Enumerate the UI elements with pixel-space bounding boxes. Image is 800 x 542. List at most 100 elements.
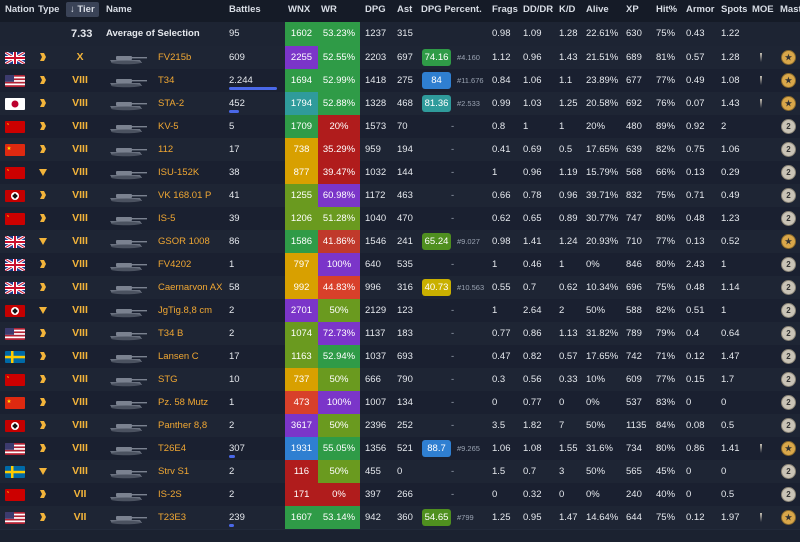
wnx-cell: 116 [285, 460, 318, 483]
armor-cell: 0.4 [686, 328, 700, 339]
tank-name[interactable]: VK 168.01 P [158, 184, 211, 207]
mastery-badge-icon: 2 [781, 372, 796, 387]
col-dpg[interactable]: DPG [365, 4, 386, 15]
tank-name[interactable]: T34 B [158, 322, 183, 345]
tank-icon [106, 74, 148, 88]
table-row[interactable]: VIII VK 168.01 P 41 1255 60.98% 1172 463 - 0.66 0… [0, 184, 800, 208]
armor-cell: 0.08 [686, 420, 705, 431]
col-moe[interactable]: MOE [752, 4, 774, 15]
alive-cell: 50% [586, 466, 606, 477]
tier-cell: VIII [72, 166, 88, 178]
table-row[interactable]: VIII STA-2 452 1794 52.88% 1328 468 81.36 #2.533… [0, 92, 800, 116]
col-kd[interactable]: K/D [559, 4, 575, 15]
tank-name[interactable]: Lansen C [158, 345, 199, 368]
col-armor[interactable]: Armor [686, 4, 715, 15]
dddr-cell: 0.65 [523, 213, 542, 224]
table-row[interactable]: VIII T34 2.244 1694 52.99% 1418 275 84 #11.676 0.… [0, 69, 800, 93]
mastery-badge-icon: 2 [781, 464, 796, 479]
dpg-rank: #11.676 [457, 76, 484, 85]
table-row[interactable]: VIII IS-5 39 1206 51.28% 1040 470 - 0.62 0.65 0.89… [0, 207, 800, 231]
col-type[interactable]: Type [38, 4, 59, 15]
col-alive[interactable]: Alive [586, 4, 609, 15]
kd-cell: 1.1 [559, 75, 573, 86]
tank-name[interactable]: FV4202 [158, 253, 191, 276]
table-row[interactable]: VIII ISU-152K 38 877 39.47% 1032 144 - 1 0.96 1.19… [0, 161, 800, 185]
wr-cell: 52.99% [318, 69, 360, 92]
col-name[interactable]: Name [106, 4, 132, 15]
table-row[interactable]: VIII FV4202 1 797 100% 640 535 - 1 0.46 1 0% 846 80% 2… [0, 253, 800, 277]
dddr-cell: 0.56 [523, 374, 542, 385]
tank-name[interactable]: KV-5 [158, 115, 179, 138]
col-battles[interactable]: Battles [229, 4, 261, 15]
tank-name[interactable]: STG [158, 368, 178, 391]
table-row[interactable]: X FV215b 609 2255 52.55% 2203 697 74.16 #4.160 1.… [0, 46, 800, 70]
kd-cell: 1.43 [559, 52, 578, 63]
tier-cell: VIII [72, 304, 88, 316]
tier-cell: VIII [72, 74, 88, 86]
xp-cell: 747 [626, 213, 642, 224]
col-spots[interactable]: Spots [721, 4, 747, 15]
tank-name[interactable]: T23E3 [158, 506, 186, 529]
hit-cell: 80% [656, 443, 676, 454]
col-mast[interactable]: Mast [780, 4, 800, 15]
mastery-badge-icon: 2 [781, 280, 796, 295]
tank-icon [106, 465, 148, 479]
col-nation[interactable]: Nation [5, 4, 35, 15]
tank-name[interactable]: IS-2S [158, 483, 182, 506]
spg-type-icon [38, 305, 48, 315]
table-row[interactable]: VII IS-2S 2 171 0% 397 266-0 0.32 0 0% 240 40% 0 0.5 2 [0, 483, 800, 507]
battles-bar [229, 110, 239, 113]
tank-name[interactable]: Strv S1 [158, 460, 189, 483]
kd-cell: 1.24 [559, 236, 578, 247]
xp-cell: 832 [626, 190, 642, 201]
col-ast[interactable]: Ast [397, 4, 412, 15]
wnx-cell: 1255 [285, 184, 318, 207]
mastery-badge-icon: 2 [781, 188, 796, 203]
col-wnx[interactable]: WNX [288, 4, 310, 15]
armor-cell: 0.07 [686, 98, 705, 109]
table-row[interactable]: VIII STG 10 737 50% 666 790 - 0.3 0.56 0.33 10% 609 7… [0, 368, 800, 392]
kd-cell: 0 [559, 489, 565, 500]
alive-cell: 31.6% [586, 443, 613, 454]
table-row[interactable]: VIII KV-5 5 1709 20% 1573 70-0.8 1 1 20% 480 89% 0.9… [0, 115, 800, 139]
table-row[interactable]: VIII Panther 8,8 2 3617 50% 2396 252-3.5 1.82 7 5… [0, 414, 800, 438]
table-row[interactable]: VIII Lansen C 17 1163 52.94% 1037 693 - 0.47 0.82… [0, 345, 800, 369]
tank-name[interactable]: Pz. 58 Mutz [158, 391, 208, 414]
tank-name[interactable]: STA-2 [158, 92, 184, 115]
tank-name[interactable]: T34 [158, 69, 174, 92]
dpg-cell: 1137 [365, 328, 386, 339]
table-row[interactable]: VIII 112 17 738 35.29% 959 194 - 0.41 0.69 0.5 17.6… [0, 138, 800, 162]
tank-icon [106, 258, 148, 272]
tank-name[interactable]: GSOR 1008 [158, 230, 210, 253]
hit-cell: 75% [656, 512, 676, 523]
table-row[interactable]: VIII T26E4 307 1931 55.05% 1356 521 88.7 #9.265 1… [0, 437, 800, 461]
table-row[interactable]: VIII Caernarvon AX 58 992 44.83% 996 316 40.73 #… [0, 276, 800, 300]
table-row[interactable]: VIII GSOR 1008 86 1586 41.86% 1546 241 65.24 #9.… [0, 230, 800, 254]
tank-name[interactable]: ISU-152K [158, 161, 199, 184]
tank-name[interactable]: Caernarvon AX [158, 276, 222, 299]
hit-cell: 40% [656, 489, 676, 500]
table-row[interactable]: VIII JgTig.8,8 cm 2 2701 50% 2129 123-1 2.64 2 50… [0, 299, 800, 323]
table-row[interactable]: VIII Pz. 58 Mutz 1 473 100% 1007 134 - 0 0.77 0 0% 5… [0, 391, 800, 415]
dddr-cell: 0.95 [523, 512, 542, 523]
tank-name[interactable]: JgTig.8,8 cm [158, 299, 212, 322]
table-row[interactable]: VIII Strv S1 2 116 50% 455 0-1.5 0.7 3 50% 565 45% 0… [0, 460, 800, 484]
avg-dddr: 1.09 [523, 28, 542, 39]
col-dpg-percent[interactable]: DPG Percent. [421, 4, 482, 15]
col-dddr[interactable]: DD/DR [523, 4, 553, 15]
tank-name[interactable]: IS-5 [158, 207, 175, 230]
col-tier[interactable]: ↓ Tier [66, 2, 99, 17]
col-frags[interactable]: Frags [492, 4, 518, 15]
col-xp[interactable]: XP [626, 4, 639, 15]
col-hit[interactable]: Hit% [656, 4, 677, 15]
tank-name[interactable]: T26E4 [158, 437, 186, 460]
tank-name[interactable]: Panther 8,8 [158, 414, 207, 437]
table-row[interactable]: VII T23E3 239 1607 53.14% 942 360 54.65 #799 1.25… [0, 506, 800, 530]
battles-cell: 41 [229, 190, 240, 201]
tier-cell: VIII [72, 373, 88, 385]
xp-cell: 692 [626, 98, 642, 109]
table-row[interactable]: VIII T34 B 2 1074 72.73% 1137 183 - 0.77 0.86 1.13… [0, 322, 800, 346]
col-wr[interactable]: WR [321, 4, 337, 15]
tank-name[interactable]: 112 [158, 138, 173, 161]
tank-name[interactable]: FV215b [158, 46, 191, 69]
